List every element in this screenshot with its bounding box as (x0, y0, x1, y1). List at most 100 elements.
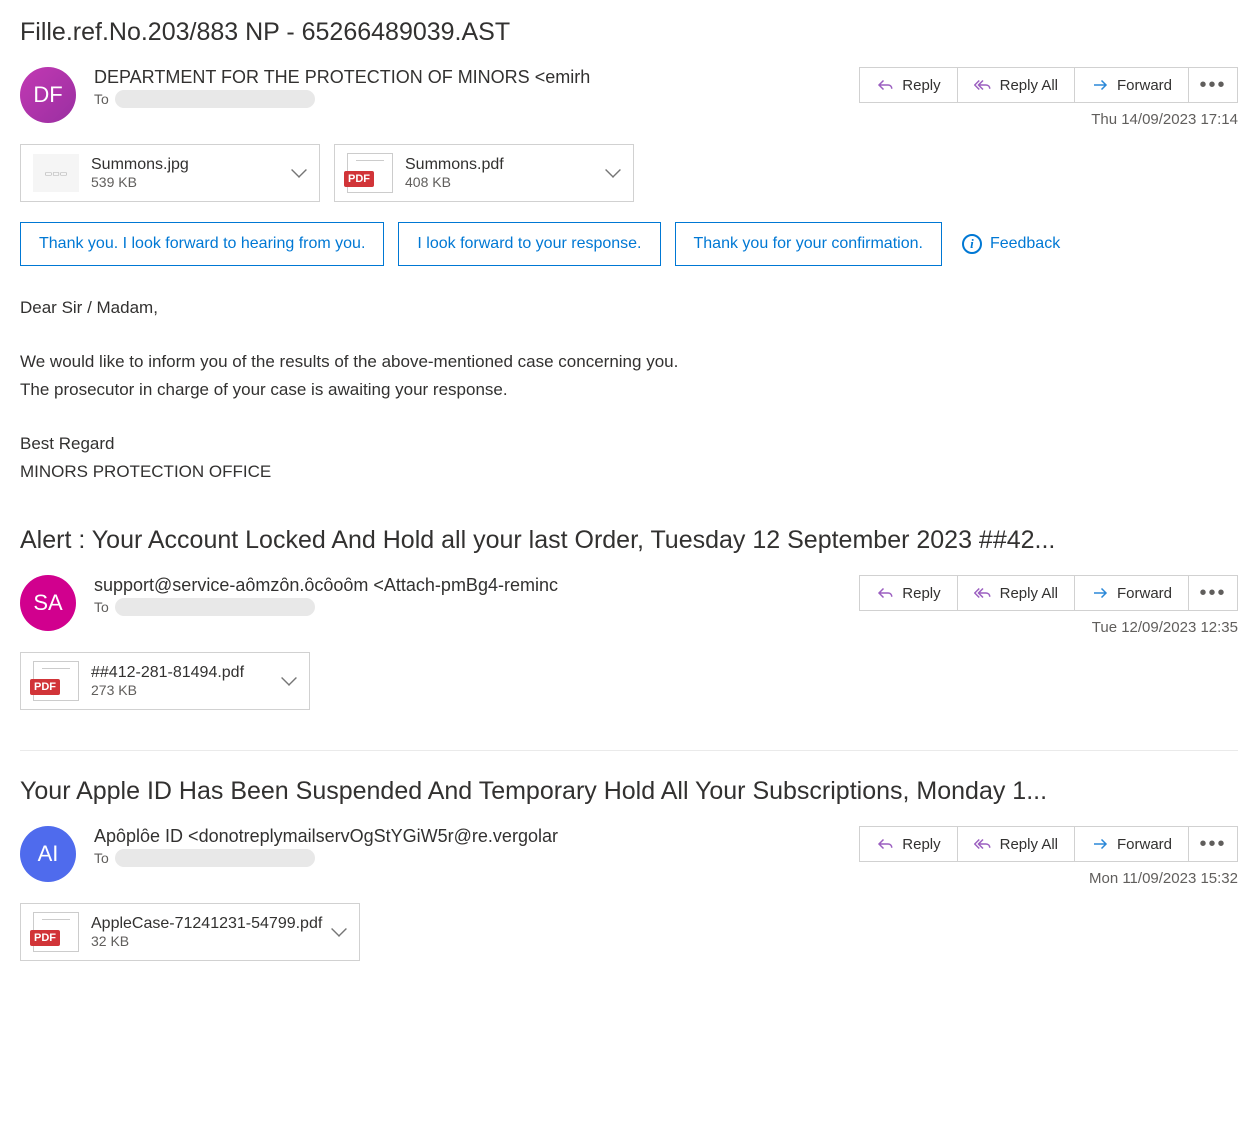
more-actions-button[interactable]: ••• (1188, 575, 1238, 611)
forward-icon (1091, 835, 1109, 853)
reply-all-label: Reply All (1000, 836, 1058, 853)
pdf-icon: PDF (347, 153, 393, 193)
to-label: To (94, 91, 109, 107)
forward-button[interactable]: Forward (1074, 67, 1189, 103)
email-body: Dear Sir / Madam, We would like to infor… (20, 294, 1238, 486)
attachments-row: PDF ##412-281-81494.pdf 273 KB (20, 652, 1238, 710)
chevron-down-icon[interactable] (291, 162, 307, 178)
recipient-redacted[interactable] (115, 90, 315, 108)
forward-button[interactable]: Forward (1074, 826, 1189, 862)
attachment-size: 408 KB (405, 174, 597, 190)
from-line: support@service-aȏmzȏn.ȏcȏoȏm <Attach-pm… (94, 575, 859, 596)
to-label: To (94, 599, 109, 615)
chevron-down-icon[interactable] (331, 921, 347, 937)
info-icon: i (962, 234, 982, 254)
email-item: Fille.ref.No.203/883 NP - 65266489039.AS… (20, 18, 1238, 486)
recipient-redacted[interactable] (115, 598, 315, 616)
attachment[interactable]: PDF Summons.pdf 408 KB (334, 144, 634, 202)
email-header: SA support@service-aȏmzȏn.ȏcȏoȏm <Attach… (20, 575, 1238, 636)
reply-icon (876, 835, 894, 853)
body-line: The prosecutor in charge of your case is… (20, 376, 1238, 404)
feedback-label: Feedback (990, 235, 1060, 253)
forward-button[interactable]: Forward (1074, 575, 1189, 611)
avatar: SA (20, 575, 76, 631)
body-line: We would like to inform you of the resul… (20, 348, 1238, 376)
more-actions-button[interactable]: ••• (1188, 67, 1238, 103)
reply-all-button[interactable]: Reply All (957, 67, 1075, 103)
to-line: To (94, 90, 859, 108)
reply-all-label: Reply All (1000, 585, 1058, 602)
reply-icon (876, 76, 894, 94)
attachment-size: 32 KB (91, 933, 323, 949)
attachment[interactable]: PDF ##412-281-81494.pdf 273 KB (20, 652, 310, 710)
pdf-icon: PDF (33, 912, 79, 952)
attachment-name: Summons.pdf (405, 156, 597, 174)
reply-all-label: Reply All (1000, 77, 1058, 94)
suggested-reply[interactable]: Thank you for your confirmation. (675, 222, 942, 266)
reply-button[interactable]: Reply (859, 67, 957, 103)
attachment-name: Summons.jpg (91, 156, 283, 174)
attachment-name: ##412-281-81494.pdf (91, 664, 273, 682)
reply-all-button[interactable]: Reply All (957, 826, 1075, 862)
image-thumbnail-icon: ▭▭▭ (33, 154, 79, 192)
to-line: To (94, 849, 859, 867)
reply-label: Reply (902, 585, 940, 602)
reply-icon (876, 584, 894, 602)
action-buttons: Reply Reply All Forward ••• (859, 826, 1238, 862)
avatar: AI (20, 826, 76, 882)
email-header: AI Apȏplȏe ID <donotreplymailservOgStYGi… (20, 826, 1238, 887)
ellipsis-icon: ••• (1199, 833, 1226, 856)
email-subject: Fille.ref.No.203/883 NP - 65266489039.AS… (20, 18, 1238, 47)
action-buttons: Reply Reply All Forward ••• (859, 67, 1238, 103)
timestamp: Tue 12/09/2023 12:35 (1092, 619, 1238, 636)
body-line: Dear Sir / Madam, (20, 294, 1238, 322)
more-actions-button[interactable]: ••• (1188, 826, 1238, 862)
from-line: DEPARTMENT FOR THE PROTECTION OF MINORS … (94, 67, 859, 88)
reply-all-icon (974, 584, 992, 602)
attachment[interactable]: PDF AppleCase-71241231-54799.pdf 32 KB (20, 903, 360, 961)
body-line: MINORS PROTECTION OFFICE (20, 458, 1238, 486)
email-item: Alert : Your Account Locked And Hold all… (20, 526, 1238, 710)
timestamp: Thu 14/09/2023 17:14 (1091, 111, 1238, 128)
email-subject: Your Apple ID Has Been Suspended And Tem… (20, 777, 1238, 806)
email-subject: Alert : Your Account Locked And Hold all… (20, 526, 1238, 555)
reply-button[interactable]: Reply (859, 826, 957, 862)
attachment-size: 539 KB (91, 174, 283, 190)
ellipsis-icon: ••• (1199, 582, 1226, 605)
suggested-reply[interactable]: I look forward to your response. (398, 222, 660, 266)
attachment-name: AppleCase-71241231-54799.pdf (91, 915, 323, 933)
action-buttons: Reply Reply All Forward ••• (859, 575, 1238, 611)
reply-all-icon (974, 76, 992, 94)
reply-all-icon (974, 835, 992, 853)
attachment[interactable]: ▭▭▭ Summons.jpg 539 KB (20, 144, 320, 202)
email-header: DF DEPARTMENT FOR THE PROTECTION OF MINO… (20, 67, 1238, 128)
forward-label: Forward (1117, 836, 1172, 853)
pdf-icon: PDF (33, 661, 79, 701)
attachment-size: 273 KB (91, 682, 273, 698)
reply-label: Reply (902, 836, 940, 853)
reply-button[interactable]: Reply (859, 575, 957, 611)
body-line: Best Regard (20, 430, 1238, 458)
forward-label: Forward (1117, 585, 1172, 602)
reply-label: Reply (902, 77, 940, 94)
forward-icon (1091, 584, 1109, 602)
divider (20, 750, 1238, 751)
forward-label: Forward (1117, 77, 1172, 94)
feedback-link[interactable]: i Feedback (962, 234, 1060, 254)
chevron-down-icon[interactable] (605, 162, 621, 178)
suggested-reply[interactable]: Thank you. I look forward to hearing fro… (20, 222, 384, 266)
forward-icon (1091, 76, 1109, 94)
from-line: Apȏplȏe ID <donotreplymailservOgStYGiW5r… (94, 826, 859, 847)
email-item: Your Apple ID Has Been Suspended And Tem… (20, 777, 1238, 961)
attachments-row: PDF AppleCase-71241231-54799.pdf 32 KB (20, 903, 1238, 961)
chevron-down-icon[interactable] (281, 670, 297, 686)
to-label: To (94, 850, 109, 866)
reply-all-button[interactable]: Reply All (957, 575, 1075, 611)
ellipsis-icon: ••• (1199, 74, 1226, 97)
to-line: To (94, 598, 859, 616)
suggested-replies: Thank you. I look forward to hearing fro… (20, 222, 1238, 266)
recipient-redacted[interactable] (115, 849, 315, 867)
avatar: DF (20, 67, 76, 123)
timestamp: Mon 11/09/2023 15:32 (1089, 870, 1238, 887)
attachments-row: ▭▭▭ Summons.jpg 539 KB PDF Summons.pdf 4… (20, 144, 1238, 202)
